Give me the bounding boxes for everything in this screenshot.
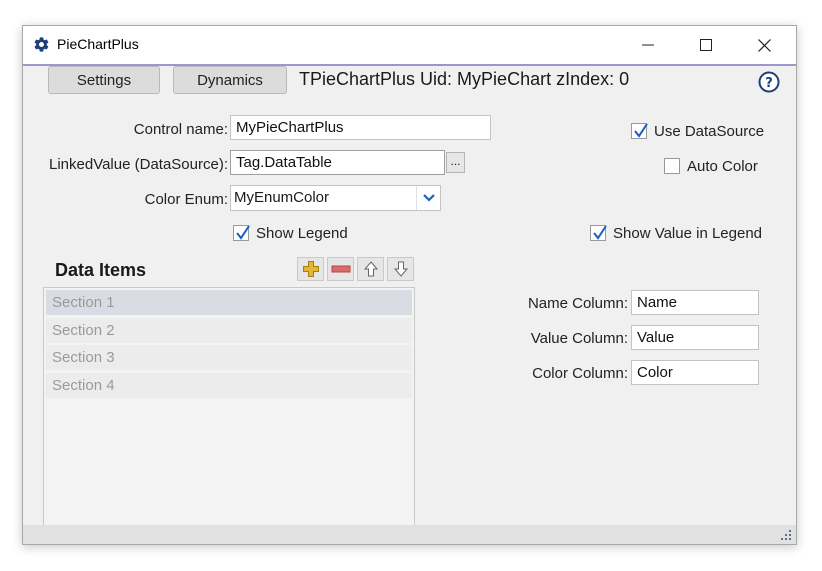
- tab-settings[interactable]: Settings: [48, 66, 160, 94]
- svg-text:?: ?: [765, 76, 773, 91]
- move-down-button[interactable]: [387, 257, 414, 281]
- checkmark-icon: [236, 225, 250, 240]
- close-icon: [757, 38, 771, 52]
- dialog-window: PieChartPlus Settings Dynamics TPieChart…: [22, 25, 797, 545]
- auto-color-checkbox[interactable]: [664, 158, 680, 174]
- use-datasource-label: Use DataSource: [654, 123, 765, 140]
- auto-color-label: Auto Color: [687, 158, 758, 175]
- chevron-down-icon: [423, 194, 435, 202]
- remove-item-button[interactable]: [327, 257, 354, 281]
- linked-value-label: LinkedValue (DataSource):: [49, 156, 228, 173]
- title-bar[interactable]: PieChartPlus: [23, 26, 796, 66]
- help-icon: ?: [758, 71, 780, 93]
- arrow-up-icon: [363, 261, 378, 277]
- show-value-in-legend-checkbox[interactable]: [590, 225, 607, 241]
- color-enum-label: Color Enum:: [144, 191, 228, 208]
- move-up-button[interactable]: [357, 257, 384, 281]
- help-button[interactable]: ?: [758, 71, 780, 93]
- tab-dynamics[interactable]: Dynamics: [173, 66, 287, 94]
- list-item[interactable]: Section 2: [46, 318, 412, 343]
- color-enum-value: MyEnumColor: [234, 189, 330, 206]
- list-item[interactable]: Section 3: [46, 345, 412, 370]
- show-value-in-legend-label: Show Value in Legend: [613, 225, 763, 242]
- linked-value-input[interactable]: Tag.DataTable: [230, 150, 445, 175]
- checkmark-icon: [634, 123, 648, 138]
- value-column-input[interactable]: Value: [631, 325, 759, 350]
- remove-icon: [331, 265, 350, 273]
- name-column-input[interactable]: Name: [631, 290, 759, 315]
- browse-button[interactable]: ...: [446, 152, 465, 173]
- gear-icon: [34, 37, 49, 52]
- close-button[interactable]: [735, 26, 793, 64]
- list-item[interactable]: Section 4: [46, 373, 412, 398]
- data-items-list[interactable]: Section 1 Section 2 Section 3 Section 4: [43, 287, 415, 544]
- dropdown-arrow[interactable]: [416, 186, 441, 210]
- value-column-label: Value Column:: [530, 330, 628, 347]
- use-datasource-checkbox[interactable]: [631, 123, 648, 139]
- arrow-down-icon: [393, 261, 408, 277]
- minimize-button[interactable]: [619, 26, 677, 64]
- add-icon: [302, 261, 319, 277]
- maximize-button[interactable]: [677, 26, 735, 64]
- checkmark-icon: [593, 225, 607, 240]
- color-column-label: Color Column:: [532, 365, 628, 382]
- window-title: PieChartPlus: [57, 36, 139, 52]
- maximize-icon: [700, 39, 712, 51]
- control-name-label: Control name:: [133, 121, 228, 138]
- show-legend-label: Show Legend: [256, 225, 348, 242]
- list-item[interactable]: Section 1: [46, 290, 412, 315]
- resize-grip-icon[interactable]: [779, 529, 792, 542]
- component-header: TPieChartPlus Uid: MyPieChart zIndex: 0: [299, 69, 630, 89]
- color-enum-select[interactable]: MyEnumColor: [230, 185, 441, 211]
- data-items-title: Data Items: [55, 260, 147, 280]
- show-legend-checkbox[interactable]: [233, 225, 250, 241]
- add-item-button[interactable]: [297, 257, 324, 281]
- minimize-icon: [642, 44, 654, 46]
- status-bar: [23, 525, 796, 544]
- name-column-label: Name Column:: [527, 295, 628, 312]
- control-name-input[interactable]: MyPieChartPlus: [230, 115, 491, 140]
- color-column-input[interactable]: Color: [631, 360, 759, 385]
